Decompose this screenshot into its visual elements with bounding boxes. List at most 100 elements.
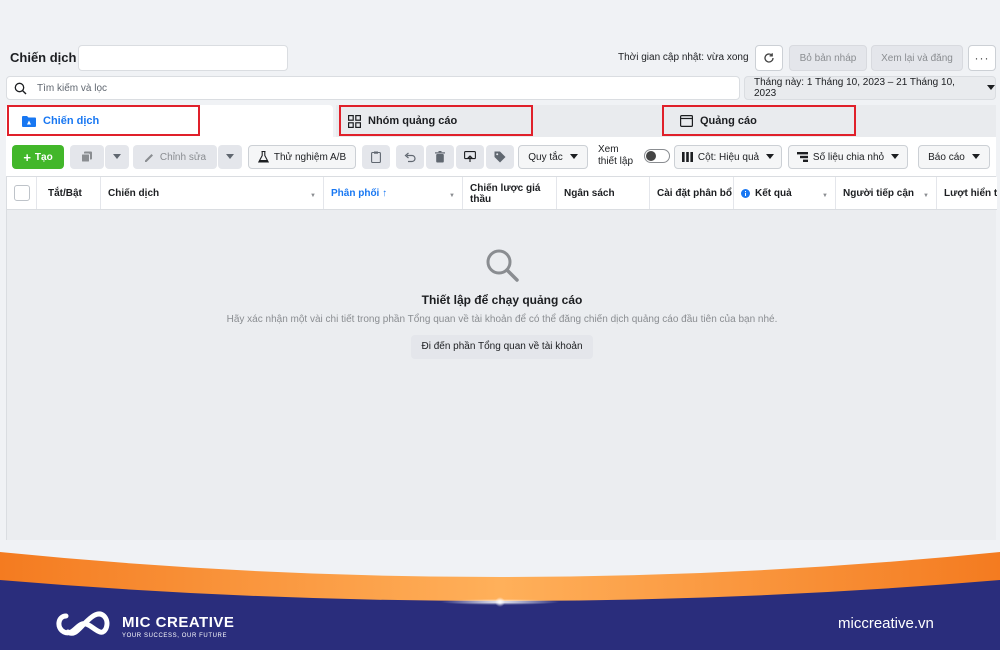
tag-button[interactable] [486,145,514,169]
select-all-checkbox[interactable] [14,185,30,201]
tag-icon [494,151,506,163]
select-all-cell [7,177,37,209]
col-toggle[interactable]: Tắt/Bật [37,177,101,209]
flask-icon [257,151,269,163]
view-setup-label-line2: thiết lập [598,156,634,167]
sort-icon: ▼ [310,193,316,199]
date-range-picker[interactable]: Tháng này: 1 Tháng 10, 2023 – 21 Tháng 1… [744,76,996,100]
create-label: Tạo [34,151,53,163]
tab-ad-sets[interactable]: Nhóm quảng cáo [336,105,666,137]
date-range-label: Tháng này: 1 Tháng 10, 2023 – 21 Tháng 1… [754,77,955,99]
col-budget[interactable]: Ngân sách [557,177,650,209]
caret-down-icon [569,154,578,159]
search-input[interactable] [37,80,727,96]
columns-label: Cột: Hiệu quả [697,151,760,163]
ad-window-icon [680,115,693,127]
infinity-logo-icon [56,611,110,636]
brand-tagline: YOUR SUCCESS, OUR FUTURE [122,632,228,639]
duplicate-button[interactable] [70,145,104,169]
info-icon [741,189,750,198]
campaign-folder-icon [22,115,36,127]
col-campaign-label: Chiến dịch [108,188,160,199]
discard-drafts-button[interactable]: Bỏ bản nháp [789,45,867,71]
tab-campaigns[interactable]: Chiến dịch [6,105,333,137]
level-tabs: Chiến dịch Nhóm quảng cáo Quảng cáo [6,105,996,137]
refresh-icon [764,53,774,63]
edit-dropdown[interactable] [218,145,242,169]
col-delivery-label: Phân phối ↑ [331,188,388,199]
duplicate-icon [81,151,92,163]
col-attribution[interactable]: Cài đặt phân bổ [650,177,734,209]
empty-state: Thiết lập để chạy quảng cáo Hãy xác nhận… [7,247,997,359]
duplicate-dropdown[interactable] [105,145,129,169]
brand-footer: MIC CREATIVE YOUR SUCCESS, OUR FUTURE mi… [0,540,1000,650]
view-setup-label: Xem thiết lập [598,144,633,168]
brand-website: miccreative.vn [838,615,934,632]
tab-ad-sets-label: Nhóm quảng cáo [368,115,458,127]
create-button[interactable]: + Tạo [12,145,64,169]
clipboard-icon [371,151,381,163]
columns-icon [681,152,693,162]
col-bid-strategy[interactable]: Chiến lược giá thầu [463,177,557,209]
update-status: Thời gian cập nhật: vừa xong [618,52,749,63]
columns-dropdown[interactable]: Cột: Hiệu quả [674,145,782,169]
page-header: Chiến dịch Thời gian cập nhật: vừa xong … [0,42,1000,74]
reports-label: Báo cáo [928,151,965,163]
search-bar[interactable] [6,76,740,100]
breakdown-dropdown[interactable]: Số liệu chia nhỏ [788,145,908,169]
empty-state-description: Hãy xác nhận một vài chi tiết trong phần… [226,314,778,325]
caret-down-icon [766,154,775,159]
col-delivery[interactable]: Phân phối ↑ ▼ [324,177,463,209]
sort-icon: ▼ [822,193,828,199]
col-campaign[interactable]: Chiến dịch ▼ [101,177,324,209]
campaign-toolbar: + Tạo Chỉnh sửa Thử nghiệm A/B Quy tắc X… [6,137,996,177]
undo-icon [404,152,416,162]
account-selector[interactable] [78,45,288,71]
page-title: Chiến dịch [10,50,77,65]
ads-manager-app: Chiến dịch Thời gian cập nhật: vừa xong … [0,0,1000,540]
sort-icon: ▼ [449,193,455,199]
ab-test-button[interactable]: Thử nghiệm A/B [248,145,356,169]
clipboard-button[interactable] [362,145,390,169]
undo-button[interactable] [396,145,424,169]
col-reach[interactable]: Người tiếp cận ▼ [836,177,937,209]
plus-icon: + [23,149,31,165]
rules-label: Quy tắc [528,151,563,163]
empty-state-title: Thiết lập để chạy quảng cáo [421,293,583,307]
caret-down-icon [891,154,900,159]
tab-ads[interactable]: Quảng cáo [666,105,866,137]
magnifier-icon [486,249,519,282]
caret-down-icon [113,154,121,159]
edit-label: Chỉnh sửa [159,151,207,163]
col-reach-label: Người tiếp cận [843,188,915,199]
col-impressions[interactable]: Lượt hiển thị [937,177,997,209]
account-overview-button[interactable]: Đi đến phần Tổng quan về tài khoản [411,335,593,359]
trash-icon [435,151,445,163]
table-header: Tắt/Bật Chiến dịch ▼ Phân phối ↑ ▼ Chiến l… [7,177,997,210]
grid-icon [348,114,361,128]
caret-down-icon [226,154,234,159]
campaigns-table: Tắt/Bật Chiến dịch ▼ Phân phối ↑ ▼ Chiến l… [6,177,997,540]
edit-button[interactable]: Chỉnh sửa [133,145,217,169]
toggle-knob [646,151,656,161]
col-results[interactable]: Kết quả ▼ [734,177,836,209]
review-publish-button[interactable]: Xem lại và đăng [871,45,963,71]
brand-logo: MIC CREATIVE YOUR SUCCESS, OUR FUTURE [54,608,234,644]
sort-icon: ▼ [923,193,929,199]
col-results-label: Kết quả [755,188,792,199]
reports-dropdown[interactable]: Báo cáo [918,145,990,169]
export-icon [464,151,476,162]
caret-down-icon [971,154,980,159]
brand-name: MIC CREATIVE [122,613,235,631]
tab-bar-filler [866,105,996,137]
refresh-button[interactable] [755,45,783,71]
delete-button[interactable] [426,145,454,169]
more-options-button[interactable]: ··· [968,45,996,71]
caret-down-icon [987,85,995,90]
breakdown-icon [796,152,808,162]
tab-campaigns-label: Chiến dịch [43,115,100,127]
move-button[interactable] [456,145,484,169]
pencil-icon [144,153,153,162]
view-setup-toggle[interactable] [644,149,670,163]
rules-dropdown[interactable]: Quy tắc [518,145,588,169]
